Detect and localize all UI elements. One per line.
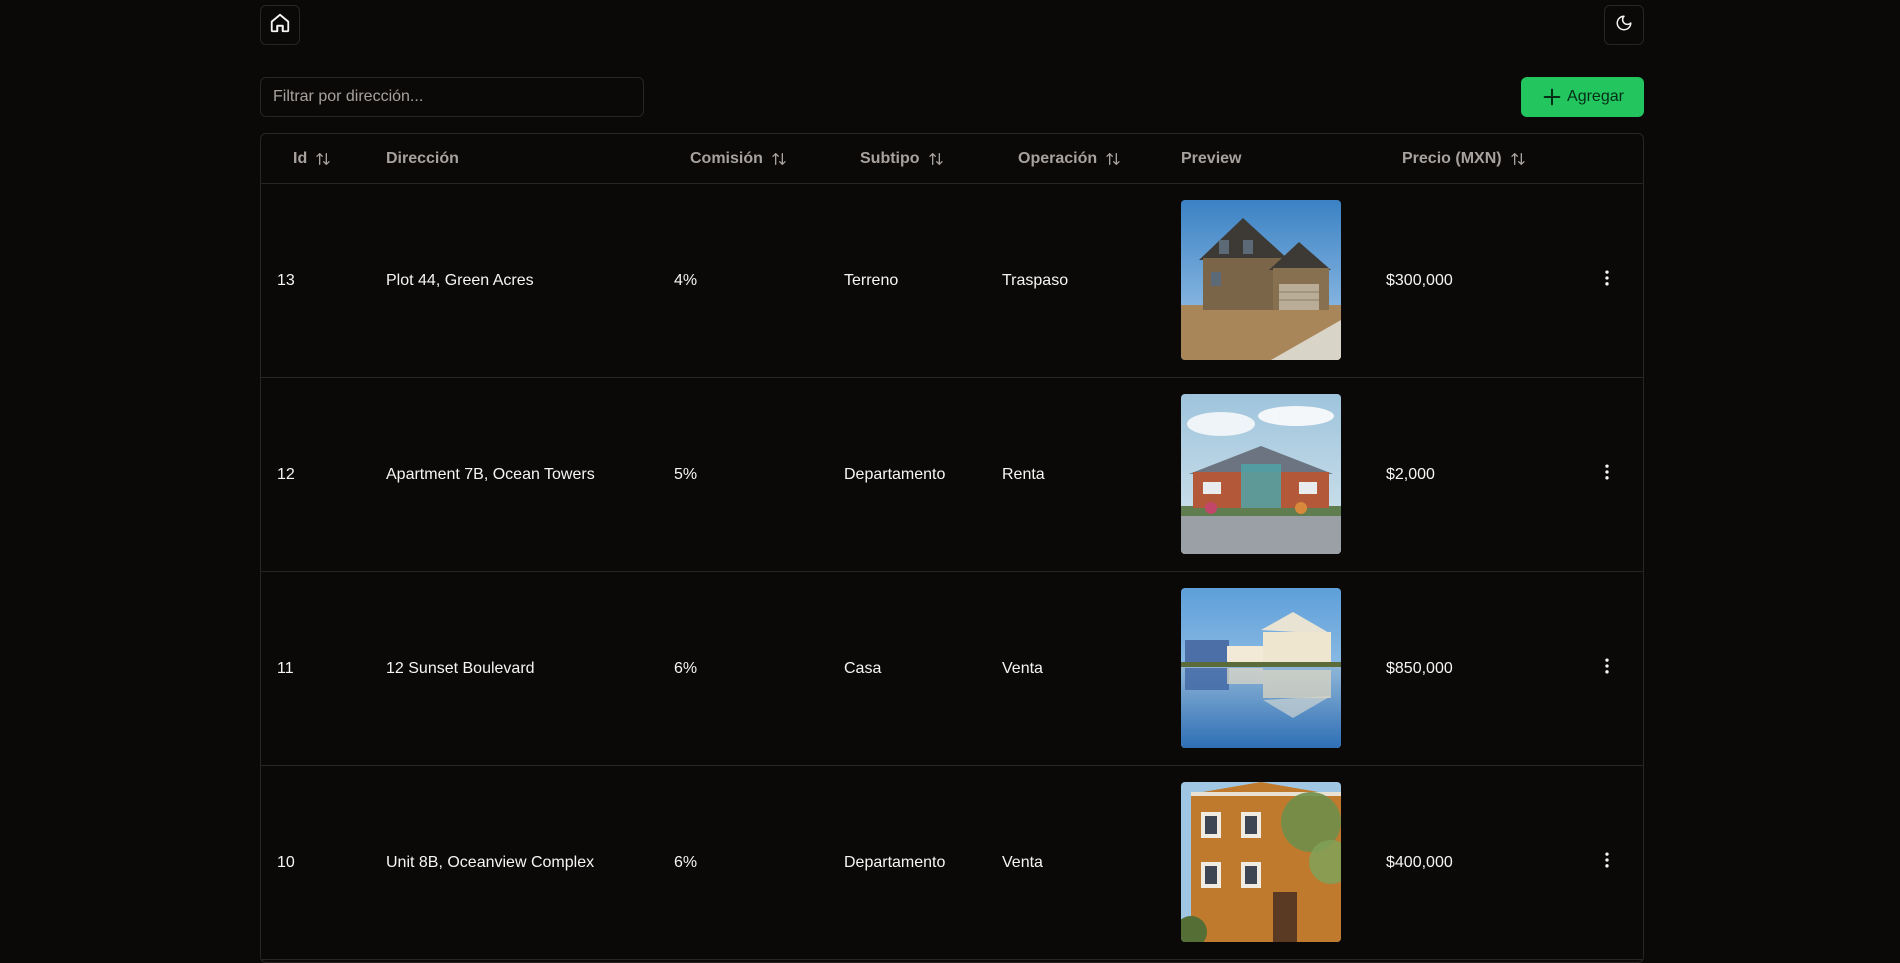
cell-subtipo: Departamento [844,465,946,483]
cell-operacion: Venta [1002,853,1043,871]
cell-id: 10 [277,853,295,871]
column-label: Dirección [386,149,459,167]
cell-operacion: Traspaso [1002,271,1069,289]
home-icon [269,12,291,39]
cell-precio: $2,000 [1386,465,1435,483]
column-label: Subtipo [860,149,920,167]
sort-icon [928,151,944,167]
table-row: 10 Unit 8B, Oceanview Complex 6% Departa… [261,766,1643,960]
column-label: Comisión [690,149,763,167]
cell-comision: 6% [674,853,698,871]
top-bar [260,5,1644,45]
cell-id: 11 [277,659,294,677]
cell-comision: 5% [674,465,698,483]
table-row: 11 12 Sunset Boulevard 6% Casa Venta $85… [261,572,1643,766]
table-row: 13 Plot 44, Green Acres 4% Terreno Trasp… [261,184,1643,378]
more-vertical-icon [1597,268,1617,293]
cell-precio: $400,000 [1386,853,1453,871]
sort-icon [1510,151,1526,167]
properties-table: Id Dirección Comisión Subtipo Operación [260,133,1644,963]
cell-direccion: Unit 8B, Oceanview Complex [386,853,595,871]
add-button[interactable]: Agregar [1521,77,1644,117]
preview-image [1181,394,1341,554]
cell-subtipo: Departamento [844,853,946,871]
cell-subtipo: Casa [844,659,882,677]
cell-comision: 6% [674,659,698,677]
column-header-precio[interactable]: Precio (MXN) [1402,134,1526,183]
theme-toggle-button[interactable] [1604,5,1644,45]
column-label: Operación [1018,149,1098,167]
add-button-label: Agregar [1567,88,1624,105]
filter-address-input[interactable] [260,77,644,117]
column-header-preview: Preview [1181,134,1241,183]
cell-operacion: Venta [1002,659,1043,677]
column-header-id[interactable]: Id [293,134,331,183]
toolbar: Agregar [260,77,1644,117]
cell-subtipo: Terreno [844,271,899,289]
more-vertical-icon [1597,462,1617,487]
table-header: Id Dirección Comisión Subtipo Operación [261,134,1643,184]
cell-precio: $850,000 [1386,659,1453,677]
preview-image [1181,782,1341,942]
cell-id: 13 [277,271,295,289]
row-actions-button[interactable] [1591,846,1623,878]
column-header-direccion: Dirección [386,134,459,183]
cell-comision: 4% [674,271,698,289]
row-actions-button[interactable] [1591,458,1623,490]
table-row: 12 Apartment 7B, Ocean Towers 5% Departa… [261,378,1643,572]
preview-image [1181,588,1341,748]
moon-icon [1615,14,1633,37]
column-header-operacion[interactable]: Operación [1018,134,1121,183]
home-button[interactable] [260,5,300,45]
column-label: Precio (MXN) [1402,149,1502,167]
cell-operacion: Renta [1002,465,1045,483]
column-header-comision[interactable]: Comisión [690,134,787,183]
column-label: Id [293,149,308,167]
more-vertical-icon [1597,656,1617,681]
row-actions-button[interactable] [1591,652,1623,684]
cell-direccion: 12 Sunset Boulevard [386,659,535,677]
row-actions-button[interactable] [1591,264,1623,296]
cell-direccion: Plot 44, Green Acres [386,271,534,289]
plus-icon [1541,86,1563,108]
sort-icon [771,151,787,167]
sort-icon [1105,151,1121,167]
cell-direccion: Apartment 7B, Ocean Towers [386,465,595,483]
more-vertical-icon [1597,850,1617,875]
cell-precio: $300,000 [1386,271,1453,289]
column-label: Preview [1181,149,1242,167]
cell-id: 12 [277,465,295,483]
column-header-subtipo[interactable]: Subtipo [860,134,944,183]
preview-image [1181,200,1341,360]
sort-icon [315,151,331,167]
